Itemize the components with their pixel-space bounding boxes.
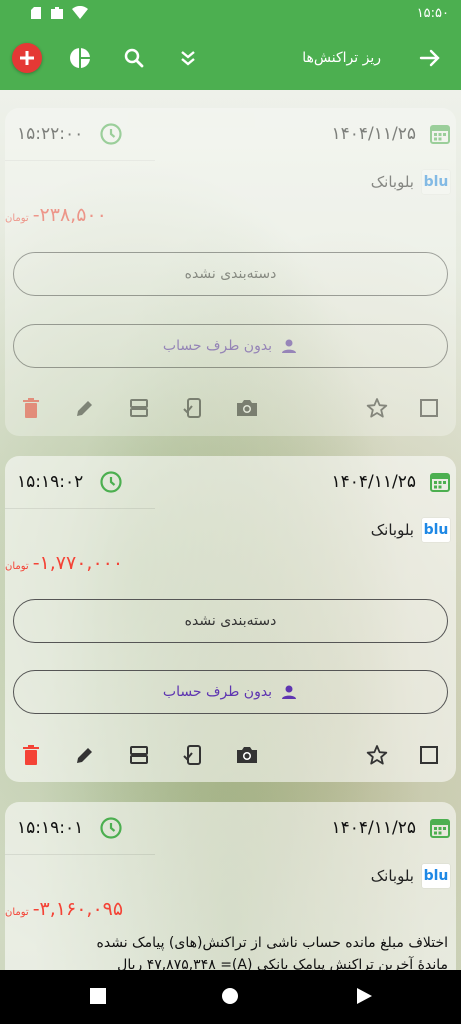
- counterparty-label: بدون طرف حساب: [162, 338, 273, 354]
- star-outline-icon: [366, 745, 388, 765]
- search-icon: [124, 48, 144, 68]
- camera-icon: [237, 747, 257, 763]
- checkbox-icon: [420, 399, 438, 417]
- transaction-date: ۱۴۰۴/۱۱/۲۵: [331, 472, 416, 492]
- trash-icon: [23, 398, 39, 418]
- edit-button[interactable]: [71, 394, 99, 422]
- battery-icon: [50, 5, 64, 24]
- transaction-card[interactable]: ۱۵:۲۲:۰۰ ۱۴۰۴/۱۱/۲۵ بلوبانک blu تومان -۲…: [5, 108, 456, 436]
- clock-icon: [99, 470, 123, 498]
- pie-chart-icon: [70, 48, 90, 68]
- camera-button[interactable]: [233, 741, 261, 769]
- blu-bank-logo: blu: [422, 864, 450, 888]
- triangle-icon: [357, 988, 372, 1004]
- bank-info: بلوبانک blu: [371, 170, 450, 194]
- amount-value: -۱,۷۷۰,۰۰۰: [32, 552, 124, 574]
- trash-icon: [23, 745, 39, 765]
- counterparty-label: بدون طرف حساب: [162, 684, 273, 700]
- pencil-icon: [77, 401, 92, 416]
- transaction-date: ۱۴۰۴/۱۱/۲۵: [331, 818, 416, 838]
- edit-button[interactable]: [71, 741, 99, 769]
- square-icon: [90, 988, 106, 1004]
- amount: تومان -۳,۱۶۰,۰۹۵: [5, 898, 123, 920]
- divider: [5, 854, 155, 855]
- calendar-icon: [428, 816, 452, 844]
- page-title: ریز تراکنش‌ها: [302, 50, 381, 66]
- sim-icon: [30, 5, 42, 24]
- pencil-icon: [77, 748, 92, 763]
- clock-icon: [99, 122, 123, 150]
- status-icons: [30, 5, 88, 24]
- split-icon: [130, 399, 148, 417]
- expand-all-button[interactable]: [174, 44, 202, 72]
- transaction-card[interactable]: ۱۵:۱۹:۰۲ ۱۴۰۴/۱۱/۲۵ بلوبانک blu تومان -۱…: [5, 456, 456, 782]
- camera-icon: [237, 400, 257, 416]
- counterparty-button[interactable]: بدون طرف حساب: [13, 324, 448, 368]
- recents-button[interactable]: [89, 987, 107, 1009]
- blu-bank-logo: blu: [422, 170, 450, 194]
- status-time: ۱۵:۵۰: [416, 6, 449, 21]
- delete-button[interactable]: [17, 394, 45, 422]
- description-line: اختلاف مبلغ مانده حساب ناشی از تراکنش(ها…: [96, 935, 448, 951]
- app-bar: ۱۵:۵۰ ریز تراکنش‌ها: [0, 0, 461, 90]
- transaction-time: ۱۵:۱۹:۰۱: [17, 818, 84, 838]
- expand-all-icon: [181, 51, 195, 66]
- delete-button[interactable]: [17, 741, 45, 769]
- add-transaction-button[interactable]: [12, 43, 42, 73]
- search-button[interactable]: [120, 44, 148, 72]
- clock-icon: [99, 816, 123, 844]
- transaction-date: ۱۴۰۴/۱۱/۲۵: [331, 124, 416, 144]
- phone-check-button[interactable]: [179, 394, 207, 422]
- transaction-time: ۱۵:۲۲:۰۰: [17, 124, 84, 144]
- person-icon: [282, 339, 297, 353]
- calendar-icon: [428, 470, 452, 498]
- split-icon: [130, 746, 148, 764]
- favorite-button[interactable]: [363, 394, 391, 422]
- amount-value: -۳,۱۶۰,۰۹۵: [32, 898, 124, 920]
- phone-check-button[interactable]: [179, 741, 207, 769]
- phone-check-icon: [183, 745, 201, 765]
- blu-bank-logo: blu: [422, 518, 450, 542]
- split-button[interactable]: [125, 741, 153, 769]
- chart-button[interactable]: [66, 44, 94, 72]
- amount: تومان -۲۳۸,۵۰۰: [5, 204, 107, 226]
- currency-label: تومان: [5, 213, 29, 224]
- person-icon: [282, 685, 297, 699]
- star-outline-icon: [366, 398, 388, 418]
- home-button[interactable]: [221, 987, 239, 1009]
- checkbox-icon: [420, 746, 438, 764]
- currency-label: تومان: [5, 561, 29, 572]
- back-button[interactable]: [416, 44, 444, 72]
- wifi-icon: [72, 5, 88, 24]
- add-icon: [20, 51, 34, 65]
- divider: [5, 160, 155, 161]
- system-nav-bar: [0, 970, 461, 1024]
- bank-name: بلوبانک: [370, 867, 414, 885]
- bank-name: بلوبانک: [370, 521, 414, 539]
- counterparty-button[interactable]: بدون طرف حساب: [13, 670, 448, 714]
- category-button[interactable]: دسته‌بندی نشده: [13, 252, 448, 296]
- category-button[interactable]: دسته‌بندی نشده: [13, 599, 448, 643]
- arrow-forward-icon: [419, 49, 440, 67]
- bank-name: بلوبانک: [370, 173, 414, 191]
- camera-button[interactable]: [233, 394, 261, 422]
- select-checkbox[interactable]: [415, 741, 443, 769]
- phone-check-icon: [183, 398, 201, 418]
- bank-info: بلوبانک blu: [371, 864, 450, 888]
- amount-value: -۲۳۸,۵۰۰: [32, 204, 107, 226]
- calendar-icon: [428, 122, 452, 150]
- back-nav-button[interactable]: [355, 987, 373, 1009]
- currency-label: تومان: [5, 907, 29, 918]
- divider: [5, 508, 155, 509]
- amount: تومان -۱,۷۷۰,۰۰۰: [5, 552, 123, 574]
- split-button[interactable]: [125, 394, 153, 422]
- favorite-button[interactable]: [363, 741, 391, 769]
- transaction-time: ۱۵:۱۹:۰۲: [17, 472, 84, 492]
- bank-info: بلوبانک blu: [371, 518, 450, 542]
- select-checkbox[interactable]: [415, 394, 443, 422]
- circle-icon: [222, 988, 238, 1004]
